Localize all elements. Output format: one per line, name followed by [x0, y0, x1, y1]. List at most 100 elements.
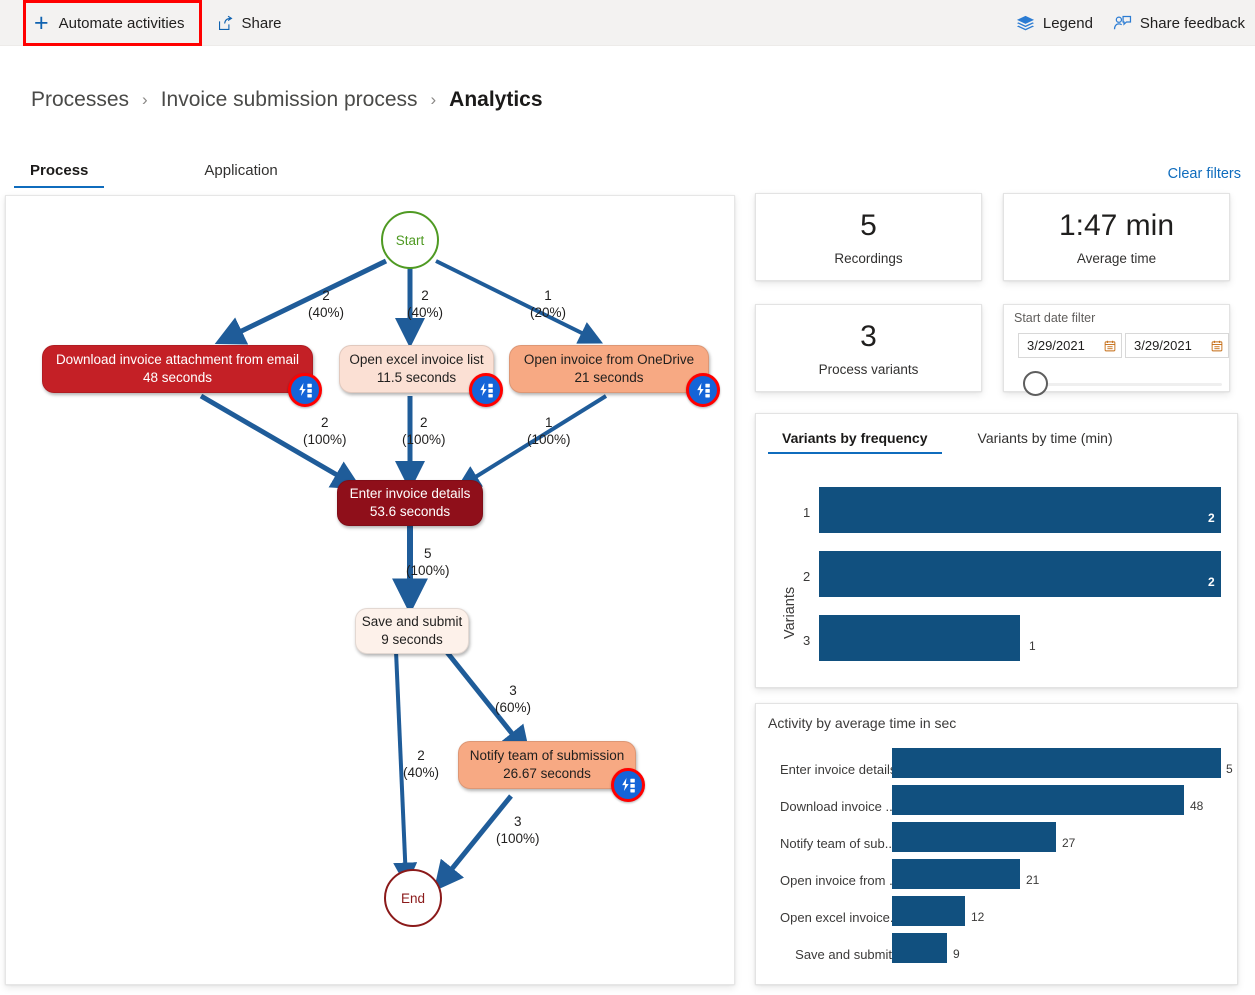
- kpi-card-average-time: 1:47 min Average time: [1003, 193, 1230, 281]
- edge-label-excel-enter: 2 (100%): [402, 415, 446, 449]
- variants-chart-category-label: 2: [803, 569, 810, 584]
- kpi-card-process-variants: 3 Process variants: [755, 304, 982, 392]
- variants-chart-card: Variants by frequency Variants by time (…: [755, 413, 1238, 688]
- activity-chart-category-label: Open excel invoice...: [780, 910, 892, 925]
- edge-percent: (40%): [403, 765, 439, 782]
- layers-icon: [1016, 14, 1035, 33]
- kpi-label: Process variants: [819, 362, 919, 377]
- legend-button[interactable]: Legend: [1006, 6, 1103, 40]
- process-node-title: Notify team of submission: [470, 747, 625, 765]
- process-node-duration: 53.6 seconds: [370, 503, 450, 521]
- activity-chart-value-label: 9: [953, 947, 960, 961]
- tab-process[interactable]: Process: [8, 158, 110, 188]
- activity-chart-category-label: Download invoice ...: [780, 799, 892, 814]
- kpi-value: 1:47 min: [1059, 209, 1174, 242]
- kpi-value: 5: [860, 209, 877, 242]
- activity-chart-bar[interactable]: [892, 859, 1020, 889]
- variants-chart-category-label: 1: [803, 505, 810, 520]
- activity-chart-category-label: Notify team of sub...: [780, 836, 892, 851]
- kpi-label: Recordings: [834, 251, 902, 266]
- person-feedback-icon: [1113, 14, 1132, 33]
- breadcrumb-item-analytics: Analytics: [449, 88, 542, 112]
- edge-percent: (40%): [308, 305, 344, 322]
- share-feedback-button[interactable]: Share feedback: [1103, 6, 1255, 40]
- activity-by-average-time-chart: Enter invoice details 5 Download invoice…: [756, 704, 1239, 986]
- breadcrumb-item-processes[interactable]: Processes: [31, 88, 129, 112]
- variants-chart-bar[interactable]: [819, 615, 1020, 661]
- activity-chart-bar[interactable]: [892, 933, 947, 963]
- edge-count: 2: [402, 415, 446, 432]
- automate-badge-icon[interactable]: [611, 768, 645, 802]
- edge-label-notify-end: 3 (100%): [496, 814, 540, 848]
- edge-count: 2: [308, 288, 344, 305]
- process-node-end[interactable]: End: [384, 869, 442, 927]
- process-node-duration: 21 seconds: [574, 369, 643, 387]
- command-bar: + Automate activities Share: [0, 0, 1255, 46]
- process-node-duration: 11.5 seconds: [377, 369, 456, 387]
- variants-chart-bar[interactable]: [819, 487, 1221, 533]
- process-node-title: Enter invoice details: [350, 485, 471, 503]
- share-button[interactable]: Share: [207, 6, 292, 40]
- automate-badge-icon[interactable]: [288, 373, 322, 407]
- date-range-slider-thumb[interactable]: [1023, 371, 1048, 396]
- edge-count: 3: [496, 814, 540, 831]
- variants-chart-bar[interactable]: [819, 551, 1221, 597]
- share-feedback-label: Share feedback: [1140, 15, 1245, 32]
- edge-label-start-onedrive: 1 (20%): [530, 288, 566, 322]
- process-node-title: Open invoice from OneDrive: [524, 351, 694, 369]
- breadcrumb-separator-icon: ›: [142, 90, 148, 110]
- date-range-slider-track[interactable]: [1037, 383, 1222, 386]
- edge-count: 5: [406, 546, 450, 563]
- automate-activities-button[interactable]: + Automate activities: [26, 3, 199, 43]
- process-node-end-label: End: [401, 891, 425, 906]
- edge-label-start-download: 2 (40%): [308, 288, 344, 322]
- process-map-panel[interactable]: Start End Download invoice attachment fr…: [5, 195, 735, 985]
- activity-chart-bar[interactable]: [892, 896, 965, 926]
- edge-percent: (20%): [530, 305, 566, 322]
- start-date-to-input[interactable]: 3/29/2021: [1125, 333, 1229, 358]
- edge-count: 1: [527, 415, 571, 432]
- clear-filters-link[interactable]: Clear filters: [1168, 166, 1241, 182]
- activity-chart-bar[interactable]: [892, 748, 1221, 778]
- process-node-save-and-submit[interactable]: Save and submit 9 seconds: [355, 608, 469, 654]
- activity-chart-category-label: Open invoice from ...: [780, 873, 892, 888]
- edge-count: 2: [407, 288, 443, 305]
- edge-count: 2: [303, 415, 347, 432]
- activity-chart-value-label: 21: [1026, 873, 1039, 887]
- process-map-edges: [6, 196, 735, 985]
- calendar-icon[interactable]: [1211, 340, 1223, 352]
- activity-chart-value-label: 5: [1226, 762, 1233, 776]
- process-node-download-invoice-attachment[interactable]: Download invoice attachment from email 4…: [42, 345, 313, 393]
- process-node-duration: 26.67 seconds: [503, 765, 591, 783]
- edge-percent: (100%): [496, 831, 540, 848]
- breadcrumb-item-invoice-submission-process[interactable]: Invoice submission process: [161, 88, 418, 112]
- process-node-enter-invoice-details[interactable]: Enter invoice details 53.6 seconds: [337, 480, 483, 526]
- share-icon: [217, 15, 234, 32]
- automate-badge-icon[interactable]: [469, 373, 503, 407]
- plus-icon: +: [34, 11, 49, 36]
- calendar-icon[interactable]: [1104, 340, 1116, 352]
- kpi-card-recordings: 5 Recordings: [755, 193, 982, 281]
- variants-chart-value-label: 1: [1029, 639, 1036, 653]
- process-node-start[interactable]: Start: [381, 211, 439, 269]
- process-node-notify-team-of-submission[interactable]: Notify team of submission 26.67 seconds: [458, 741, 636, 789]
- start-date-from-input[interactable]: 3/29/2021: [1018, 333, 1122, 358]
- tab-application[interactable]: Application: [182, 158, 299, 188]
- edge-label-onedrive-enter: 1 (100%): [527, 415, 571, 449]
- process-node-start-label: Start: [396, 233, 425, 248]
- automate-badge-icon[interactable]: [686, 373, 720, 407]
- edge-label-save-notify: 3 (60%): [495, 683, 531, 717]
- edge-percent: (40%): [407, 305, 443, 322]
- start-date-filter-title: Start date filter: [1014, 311, 1095, 325]
- edge-percent: (60%): [495, 700, 531, 717]
- edge-percent: (100%): [402, 432, 446, 449]
- edge-count: 3: [495, 683, 531, 700]
- activity-chart-category-label: Enter invoice details: [780, 762, 892, 777]
- breadcrumb-separator-icon: ›: [431, 90, 437, 110]
- variants-chart-value-label: 2: [1208, 575, 1215, 589]
- activity-chart-bar[interactable]: [892, 822, 1056, 852]
- activity-chart-bar[interactable]: [892, 785, 1184, 815]
- start-date-from-value: 3/29/2021: [1027, 338, 1085, 353]
- legend-label: Legend: [1043, 15, 1093, 32]
- process-node-open-invoice-from-onedrive[interactable]: Open invoice from OneDrive 21 seconds: [509, 345, 709, 393]
